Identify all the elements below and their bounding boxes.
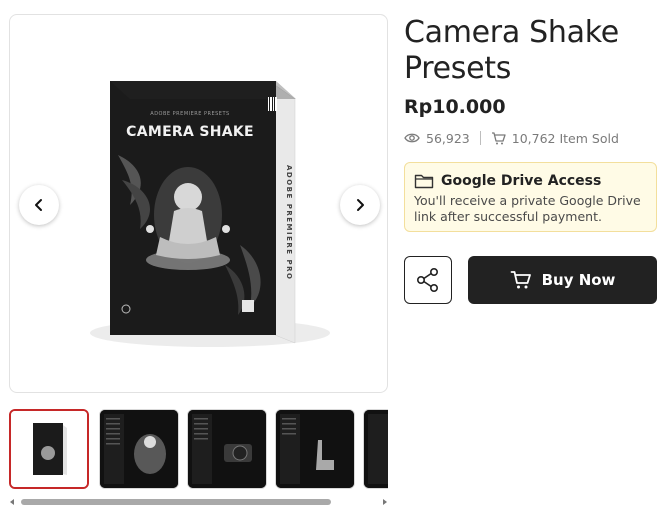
drive-notice-title: Google Drive Access <box>441 173 602 189</box>
thumbnail-preview-image <box>364 410 388 488</box>
scroll-right-arrow[interactable] <box>383 499 387 505</box>
product-title: Camera Shake Presets <box>404 15 619 86</box>
thumbnail-scrollbar[interactable] <box>9 497 388 507</box>
thumbnail-preview-image <box>276 410 354 488</box>
drive-notice-text: You'll receive a private Google Drive li… <box>414 193 641 224</box>
chevron-right-icon <box>357 199 364 211</box>
box-top-caption: ADOBE PREMIERE PRESETS <box>150 111 229 117</box>
folder-icon <box>414 173 434 193</box>
thumbnail-item[interactable] <box>275 409 355 489</box>
buy-now-label: Buy Now <box>541 271 616 289</box>
cart-icon <box>510 270 532 290</box>
box-headline: CAMERA SHAKE <box>126 124 254 140</box>
scrollbar-thumb[interactable] <box>21 499 331 505</box>
thumbnail-item[interactable] <box>363 409 388 489</box>
cart-icon <box>491 131 506 145</box>
buy-now-button[interactable]: Buy Now <box>468 256 657 304</box>
scroll-left-arrow[interactable] <box>10 499 14 505</box>
product-stats: 56,923 10,762 Item Sold <box>404 128 619 148</box>
product-box-image: ADOBE PREMIERE PRESETS CAMERA SHAKE ADOB… <box>90 81 330 347</box>
product-price: Rp10.000 <box>404 96 506 118</box>
chevron-left-icon <box>35 199 42 211</box>
previous-image-button[interactable] <box>19 185 59 225</box>
thumbnail-preview-image <box>188 410 266 488</box>
sold-count: 10,762 Item Sold <box>511 130 619 146</box>
thumbnail-item[interactable] <box>9 409 89 489</box>
box-spine-text: ADOBE PREMIERE PRO <box>285 165 293 280</box>
google-drive-notice: Google Drive Access You'll receive a pri… <box>404 162 657 232</box>
thumbnail-box-image <box>11 411 87 487</box>
thumbnail-item[interactable] <box>187 409 267 489</box>
share-icon <box>416 267 439 292</box>
share-button[interactable] <box>404 256 452 304</box>
thumbnail-preview-image <box>100 410 178 488</box>
eye-icon <box>404 132 420 144</box>
thumbnail-strip <box>9 409 388 489</box>
next-image-button[interactable] <box>340 185 380 225</box>
product-image-gallery: ADOBE PREMIERE PRESETS CAMERA SHAKE ADOB… <box>9 14 388 393</box>
stats-divider <box>479 131 481 145</box>
view-count: 56,923 <box>426 130 470 146</box>
thumbnail-item[interactable] <box>99 409 179 489</box>
